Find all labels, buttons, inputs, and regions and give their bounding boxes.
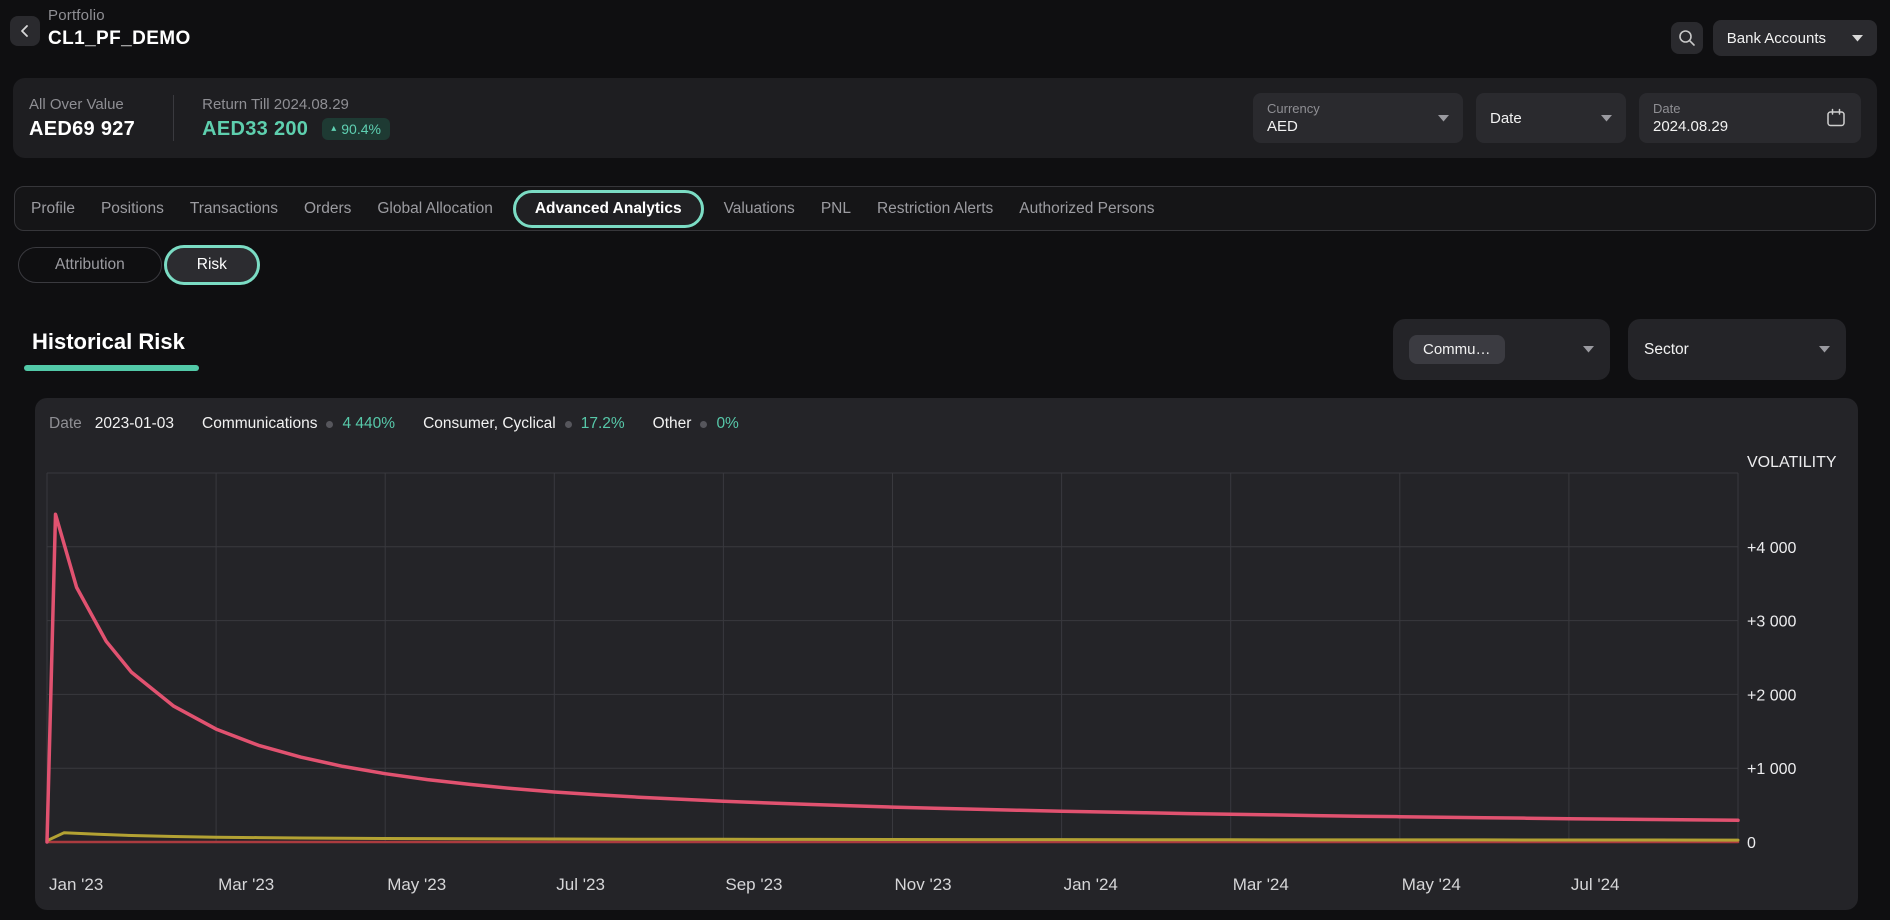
legend-date: Date 2023-01-03 xyxy=(49,415,174,433)
chevron-left-icon xyxy=(18,24,32,38)
subtab-risk[interactable]: Risk xyxy=(164,245,260,285)
tab-pnl[interactable]: PNL xyxy=(821,200,851,218)
header-titles: Portfolio CL1_PF_DEMO xyxy=(48,7,191,50)
tab-valuations[interactable]: Valuations xyxy=(724,200,795,218)
legend-dot-icon xyxy=(326,421,333,428)
x-tick-label: Mar '24 xyxy=(1233,875,1289,894)
bank-accounts-select[interactable]: Bank Accounts xyxy=(1713,20,1877,56)
subtab-bar: AttributionRisk xyxy=(18,245,260,285)
sector-value-filter[interactable]: Commu… xyxy=(1393,319,1610,380)
x-tick-label: Jan '23 xyxy=(49,875,103,894)
legend-series-value: 4 440% xyxy=(342,415,395,433)
x-tick-label: Jul '23 xyxy=(556,875,605,894)
historical-risk-chart-card: Date 2023-01-03 Communications 4 440% Cons… xyxy=(35,398,1858,910)
grouping-filter-value: Sector xyxy=(1644,341,1689,359)
tab-global-allocation[interactable]: Global Allocation xyxy=(377,200,492,218)
all-over-value-metric: All Over Value AED69 927 xyxy=(29,96,135,141)
all-over-value: AED69 927 xyxy=(29,118,135,141)
portfolio-eyebrow: Portfolio xyxy=(48,7,191,24)
chart-legend-items: Communications 4 440% Consumer, Cyclical 17… xyxy=(202,415,739,433)
tab-orders[interactable]: Orders xyxy=(304,200,351,218)
date-field-label: Date xyxy=(1653,101,1728,116)
section-title: Historical Risk xyxy=(32,329,185,355)
return-change-badge: ▴ 90.4% xyxy=(322,118,390,140)
search-button[interactable] xyxy=(1671,22,1703,54)
return-label: Return Till 2024.08.29 xyxy=(202,96,390,113)
y-tick-label: +4 000 xyxy=(1747,540,1796,557)
currency-select[interactable]: Currency AED xyxy=(1253,93,1463,143)
legend-dot-icon xyxy=(565,421,572,428)
calendar-icon xyxy=(1825,107,1847,129)
legend-series-name: Consumer, Cyclical xyxy=(423,415,556,433)
chevron-down-icon xyxy=(1438,115,1449,122)
chart-legend: Date 2023-01-03 Communications 4 440% Cons… xyxy=(49,415,739,433)
date-select-label: Date xyxy=(1490,110,1522,127)
selected-sector-chip[interactable]: Commu… xyxy=(1409,335,1505,364)
tab-profile[interactable]: Profile xyxy=(31,200,75,218)
x-tick-label: Jan '24 xyxy=(1064,875,1118,894)
date-field[interactable]: Date 2024.08.29 xyxy=(1639,93,1861,143)
grouping-filter[interactable]: Sector xyxy=(1628,319,1846,380)
arrow-up-icon: ▴ xyxy=(331,124,336,134)
back-button[interactable] xyxy=(10,16,40,46)
legend-item-other: Other 0% xyxy=(653,415,739,433)
page-title: CL1_PF_DEMO xyxy=(48,28,191,50)
tab-positions[interactable]: Positions xyxy=(101,200,164,218)
x-tick-label: Sep '23 xyxy=(725,875,782,894)
tab-bar: Profile Positions Transactions Orders Global… xyxy=(14,186,1876,231)
bank-accounts-label: Bank Accounts xyxy=(1727,30,1826,47)
x-tick-label: Mar '23 xyxy=(218,875,274,894)
tab-authorized-persons[interactable]: Authorized Persons xyxy=(1019,200,1154,218)
x-tick-label: May '23 xyxy=(387,875,446,894)
y-tick-label: +3 000 xyxy=(1747,614,1796,631)
legend-series-value: 17.2% xyxy=(581,415,625,433)
risk-chart-svg[interactable]: Jan '23 Mar '23 May '23 Jul '23 Sep '23 Nov '… xyxy=(35,398,1858,910)
chevron-down-icon xyxy=(1583,346,1594,353)
subtab-attribution[interactable]: Attribution xyxy=(18,247,162,283)
y-axis-title: VOLATILITY xyxy=(1747,454,1837,472)
legend-series-name: Other xyxy=(653,415,692,433)
return-change-value: 90.4% xyxy=(341,121,381,137)
y-tick-label: 0 xyxy=(1747,835,1756,852)
tab-restriction-alerts[interactable]: Restriction Alerts xyxy=(877,200,993,218)
legend-date-label: Date xyxy=(49,415,82,433)
x-tick-label: Jul '24 xyxy=(1571,875,1620,894)
header-actions: Bank Accounts xyxy=(1671,20,1877,56)
summary-controls: Currency AED Date Da xyxy=(1253,93,1861,143)
chevron-down-icon xyxy=(1819,346,1830,353)
legend-series-value: 0% xyxy=(716,415,738,433)
x-tick-label: Nov '23 xyxy=(895,875,952,894)
currency-value: AED xyxy=(1267,118,1320,135)
legend-item-communications: Communications 4 440% xyxy=(202,415,395,433)
all-over-value-label: All Over Value xyxy=(29,96,135,113)
legend-item-consumer-cyclical: Consumer, Cyclical 17.2% xyxy=(423,415,625,433)
return-value: AED33 200 xyxy=(202,118,308,141)
x-tick-label: May '24 xyxy=(1402,875,1461,894)
currency-label: Currency xyxy=(1267,101,1320,116)
y-tick-label: +2 000 xyxy=(1747,687,1796,704)
y-tick-label: +1 000 xyxy=(1747,761,1796,778)
tab-advanced-analytics[interactable]: Advanced Analytics xyxy=(513,190,704,228)
chevron-down-icon xyxy=(1852,35,1863,42)
date-select[interactable]: Date xyxy=(1476,93,1626,143)
chevron-down-icon xyxy=(1601,115,1612,122)
date-field-value: 2024.08.29 xyxy=(1653,118,1728,135)
search-icon xyxy=(1677,28,1697,48)
legend-dot-icon xyxy=(700,421,707,428)
summary-panel: All Over Value AED69 927 Return Till 202… xyxy=(13,78,1877,158)
section-filters: Commu… Sector xyxy=(1393,319,1846,380)
portfolio-page: Portfolio CL1_PF_DEMO Bank Accounts All … xyxy=(0,0,1890,920)
legend-series-name: Communications xyxy=(202,415,317,433)
return-metric: Return Till 2024.08.29 AED33 200 ▴ 90.4% xyxy=(202,96,390,141)
legend-date-value: 2023-01-03 xyxy=(95,415,174,433)
divider xyxy=(173,95,174,141)
tab-transactions[interactable]: Transactions xyxy=(190,200,278,218)
